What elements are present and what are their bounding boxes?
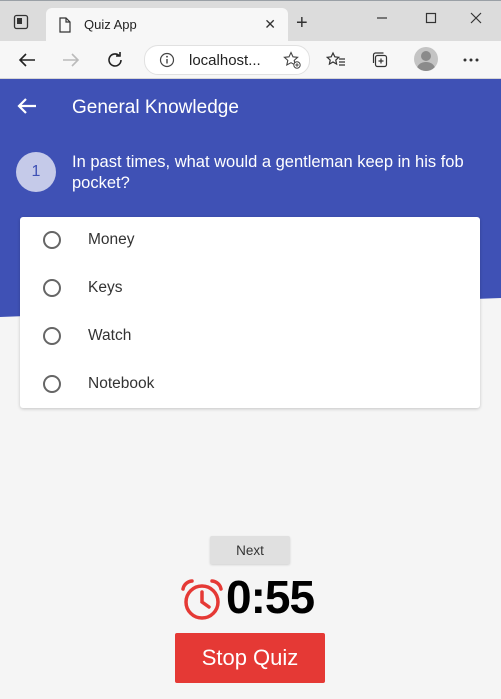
radio-button[interactable]	[43, 231, 61, 249]
maximize-icon[interactable]	[421, 8, 441, 28]
address-bar[interactable]: localhost...	[144, 45, 310, 75]
question-number-badge: 1	[16, 152, 56, 192]
tab-close-icon[interactable]: ✕	[264, 16, 276, 33]
new-tab-icon[interactable]: +	[296, 13, 308, 33]
add-favorite-icon[interactable]	[283, 51, 301, 74]
answer-label: Watch	[88, 327, 132, 344]
forward-icon[interactable]	[61, 50, 81, 70]
answer-option[interactable]: Notebook	[20, 361, 480, 409]
minimize-icon[interactable]	[372, 8, 392, 28]
back-arrow-icon[interactable]	[17, 97, 37, 120]
info-icon[interactable]	[159, 52, 175, 73]
collections-icon[interactable]	[370, 50, 390, 70]
question-text: In past times, what would a gentleman ke…	[72, 153, 464, 192]
tab-actions-icon[interactable]	[10, 11, 32, 33]
answer-label: Notebook	[88, 375, 155, 392]
quiz-title: General Knowledge	[72, 97, 239, 118]
answer-option[interactable]: Money	[20, 217, 480, 265]
next-button[interactable]: Next	[210, 536, 290, 564]
radio-button[interactable]	[43, 279, 61, 297]
radio-button[interactable]	[43, 375, 61, 393]
alarm-clock-icon	[180, 578, 224, 627]
answer-label: Money	[88, 231, 135, 248]
answer-option[interactable]: Keys	[20, 265, 480, 313]
profile-avatar[interactable]	[414, 47, 438, 71]
browser-titlebar: Quiz App ✕ +	[0, 0, 501, 42]
browser-toolbar: localhost...	[0, 41, 501, 79]
more-menu-icon[interactable]	[461, 50, 481, 70]
url-text: localhost...	[189, 52, 261, 69]
page-icon	[58, 17, 72, 38]
back-icon[interactable]	[17, 50, 37, 70]
refresh-icon[interactable]	[105, 50, 125, 70]
stop-quiz-button[interactable]: Stop Quiz	[175, 633, 325, 683]
options-card: Money Keys Watch Notebook	[20, 217, 480, 408]
favorites-icon[interactable]	[326, 50, 346, 70]
browser-tab[interactable]: Quiz App ✕	[46, 8, 288, 42]
answer-option[interactable]: Watch	[20, 313, 480, 361]
close-window-icon[interactable]	[466, 8, 486, 28]
tab-title: Quiz App	[84, 17, 137, 32]
quiz-app: General Knowledge 1 In past times, what …	[0, 79, 501, 699]
radio-button[interactable]	[43, 327, 61, 345]
timer-value: 0:55	[226, 571, 315, 623]
answer-label: Keys	[88, 279, 123, 296]
